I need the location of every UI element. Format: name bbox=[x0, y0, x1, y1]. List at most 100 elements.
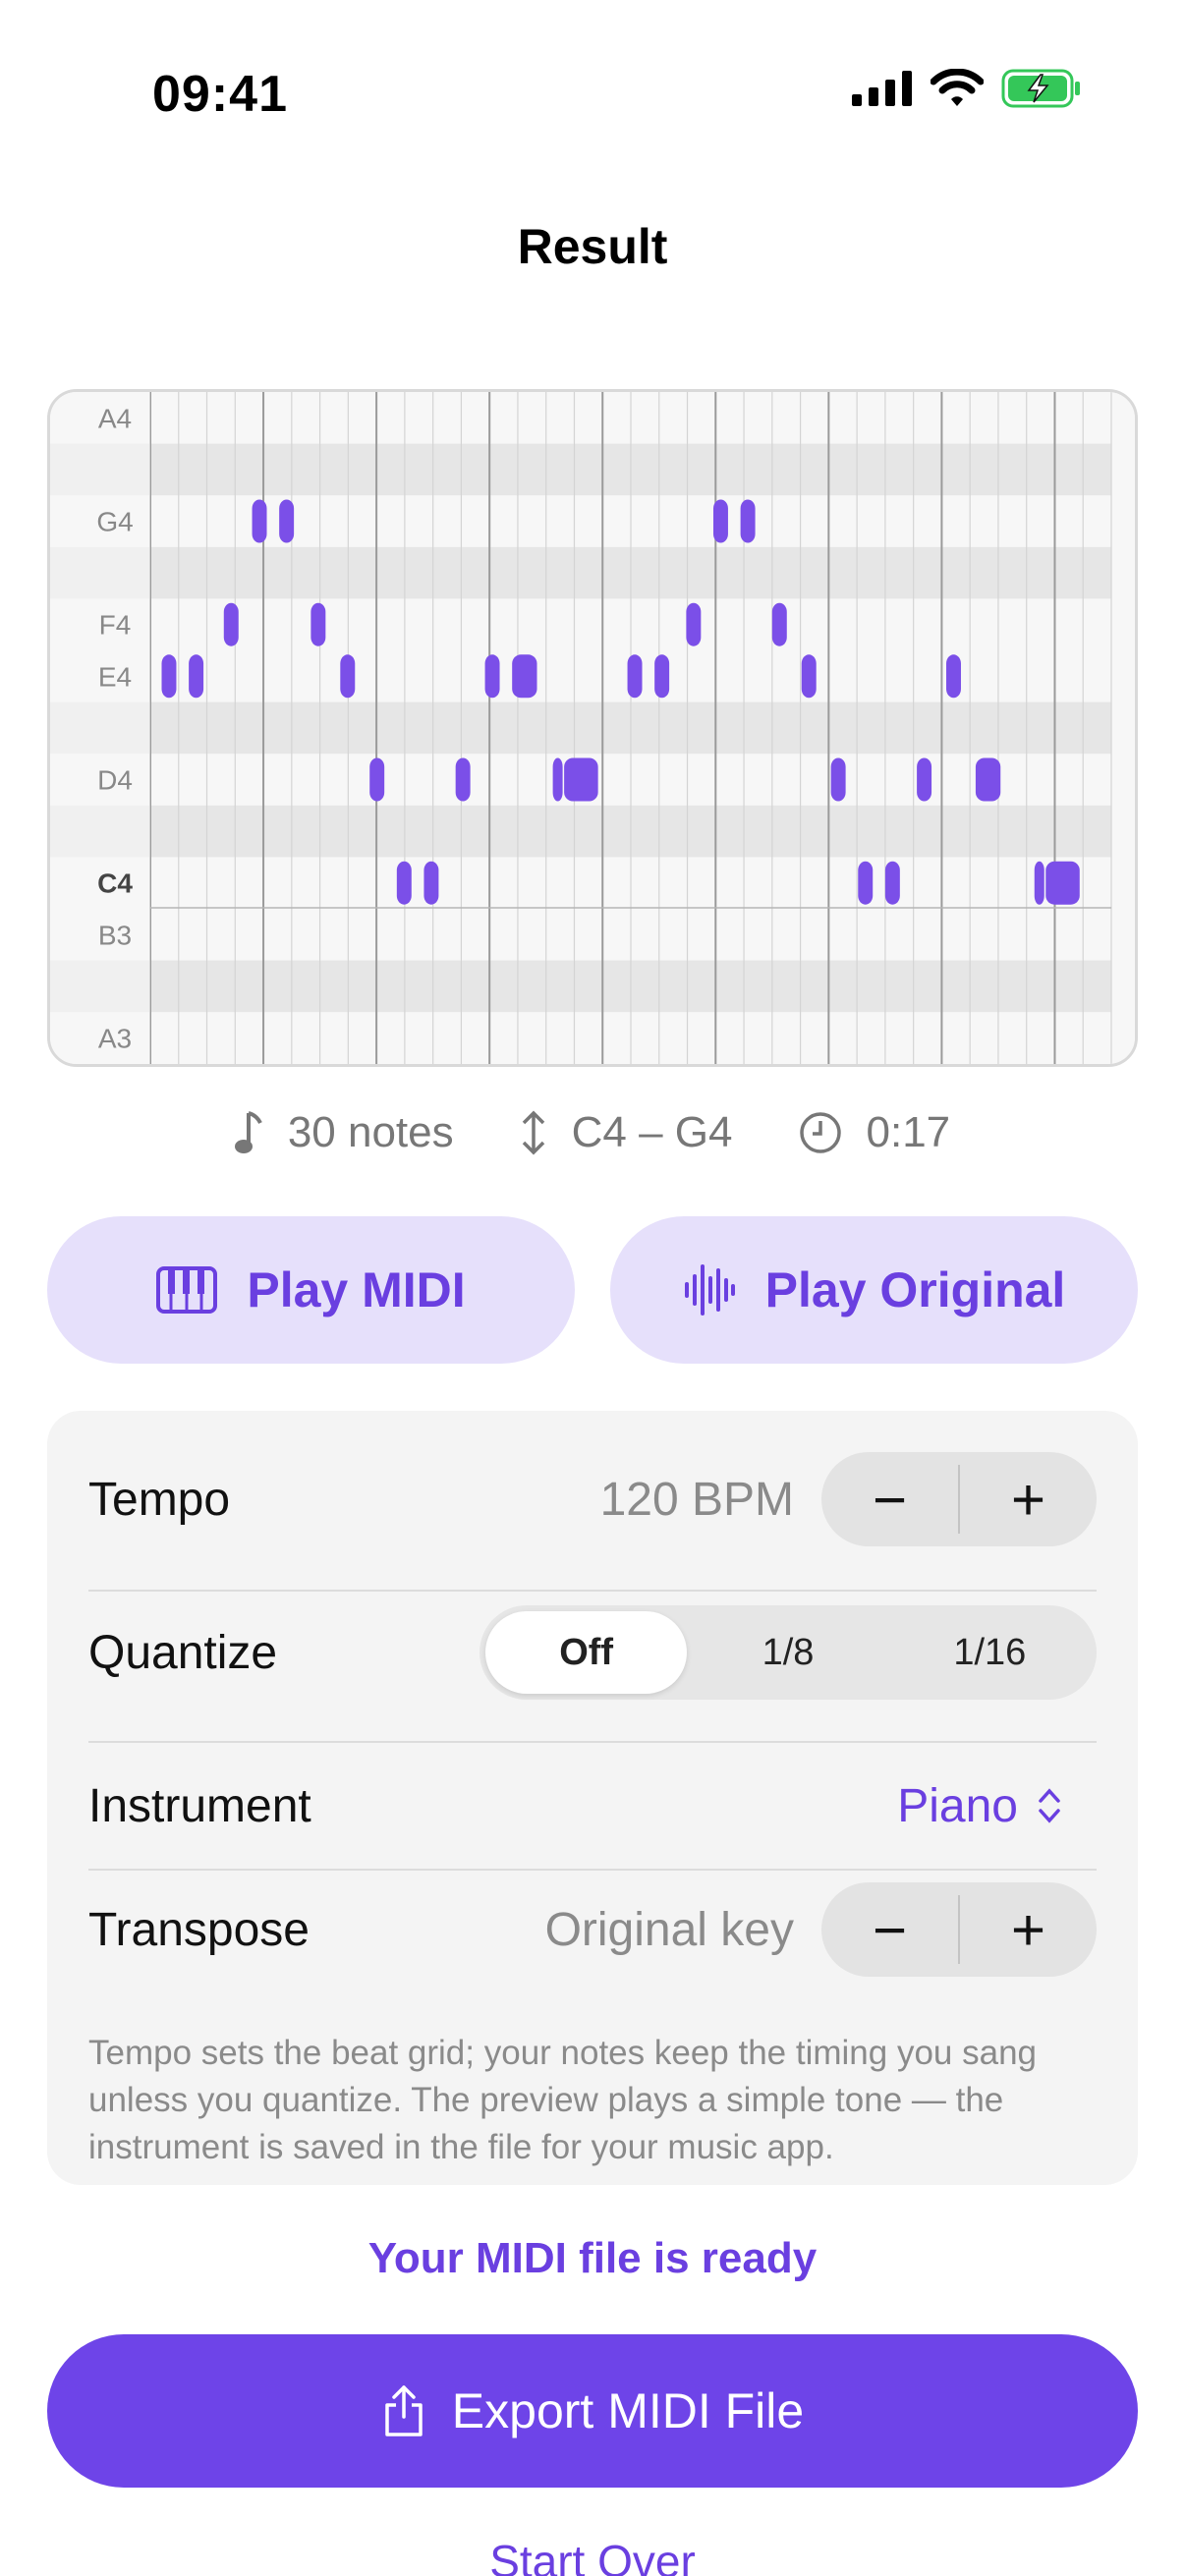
transpose-increase-button[interactable]: + bbox=[960, 1882, 1097, 1977]
midi-note bbox=[884, 861, 900, 905]
midi-note bbox=[484, 654, 500, 699]
divider bbox=[88, 1869, 1097, 1871]
pitch-range: C4 – G4 bbox=[571, 1108, 733, 1156]
black-key-row bbox=[50, 443, 1111, 496]
battery-charging-icon bbox=[1001, 69, 1080, 108]
row-label-a4: A4 bbox=[98, 403, 132, 433]
midi-note bbox=[975, 757, 1001, 802]
export-midi-button[interactable]: Export MIDI File bbox=[47, 2334, 1138, 2488]
midi-note bbox=[340, 654, 356, 699]
row-label-c4: C4 bbox=[97, 868, 133, 899]
settings-footnote: Tempo sets the beat grid; your notes kee… bbox=[88, 2034, 1038, 2166]
instrument-label: Instrument bbox=[88, 1779, 311, 1832]
tempo-label: Tempo bbox=[88, 1473, 231, 1526]
midi-note bbox=[512, 654, 537, 699]
wifi-icon bbox=[931, 69, 984, 106]
play-midi-button[interactable]: Play MIDI bbox=[47, 1216, 575, 1364]
cellular-signal-icon bbox=[852, 71, 912, 106]
transpose-label: Transpose bbox=[88, 1903, 310, 1956]
midi-note bbox=[310, 602, 326, 646]
row-label-b3: B3 bbox=[98, 920, 132, 950]
note-count-stat: 30 notes bbox=[234, 1108, 454, 1157]
midi-note bbox=[423, 861, 439, 905]
midi-note bbox=[712, 499, 728, 543]
midi-note bbox=[627, 654, 643, 699]
tempo-decrease-button[interactable]: − bbox=[821, 1452, 958, 1546]
chevron-up-down-icon bbox=[1039, 1788, 1060, 1823]
export-label: Export MIDI File bbox=[451, 2383, 805, 2438]
start-over-link[interactable]: Start Over bbox=[0, 2535, 1185, 2576]
midi-note bbox=[369, 757, 385, 802]
status-time: 09:41 bbox=[152, 66, 288, 123]
midi-note bbox=[455, 757, 471, 802]
midi-note bbox=[564, 757, 598, 802]
midi-note bbox=[830, 757, 846, 802]
piano-roll-canvas[interactable]: A4 G4 F4 E4 D4 C4 B3 A3 bbox=[50, 392, 1135, 1064]
instrument-row[interactable]: Instrument Piano bbox=[88, 1757, 1097, 1855]
stats-row: 30 notes C4 – G4 0:17 bbox=[0, 1108, 1185, 1157]
midi-note bbox=[917, 757, 932, 802]
quantize-label: Quantize bbox=[88, 1626, 278, 1679]
share-icon bbox=[385, 2385, 423, 2436]
row-label-e4: E4 bbox=[98, 661, 132, 692]
transpose-row: Transpose Original key − + bbox=[88, 1880, 1097, 1979]
play-midi-label: Play MIDI bbox=[247, 1262, 466, 1317]
row-label-g4: G4 bbox=[96, 507, 133, 537]
duration: 0:17 bbox=[866, 1108, 951, 1156]
divider bbox=[88, 1590, 1097, 1592]
midi-note bbox=[740, 499, 756, 543]
black-key-row bbox=[50, 960, 1111, 1013]
midi-note bbox=[161, 654, 177, 699]
midi-note bbox=[654, 654, 670, 699]
waveform-icon bbox=[684, 1264, 735, 1316]
quantize-option-sixteenth[interactable]: 1/16 bbox=[889, 1611, 1091, 1694]
label-gutter bbox=[50, 392, 150, 1064]
divider bbox=[88, 1741, 1097, 1743]
midi-note bbox=[1045, 861, 1080, 905]
music-note-icon bbox=[234, 1111, 262, 1153]
quantize-option-off[interactable]: Off bbox=[485, 1611, 688, 1694]
clock-icon bbox=[799, 1112, 841, 1153]
play-original-button[interactable]: Play Original bbox=[610, 1216, 1138, 1364]
midi-note bbox=[686, 602, 702, 646]
status-icons bbox=[852, 69, 1082, 108]
midi-note bbox=[771, 602, 787, 646]
ready-message: Your MIDI file is ready bbox=[367, 2234, 818, 2282]
black-key-row bbox=[50, 546, 1111, 599]
row-label-f4: F4 bbox=[99, 610, 132, 641]
transpose-stepper[interactable]: − + bbox=[821, 1882, 1097, 1977]
midi-note bbox=[858, 861, 874, 905]
black-key-row bbox=[50, 701, 1111, 755]
range-stat: C4 – G4 bbox=[519, 1108, 733, 1157]
up-down-arrow-icon bbox=[522, 1110, 544, 1155]
midi-note bbox=[252, 499, 267, 543]
settings-card: Tempo 120 BPM − + Quantize Off 1/8 1/16 … bbox=[47, 1411, 1138, 2185]
midi-note bbox=[396, 861, 412, 905]
midi-note bbox=[189, 654, 204, 699]
piano-roll[interactable]: A4 G4 F4 E4 D4 C4 B3 A3 bbox=[47, 389, 1138, 1067]
quantize-row: Quantize Off 1/8 1/16 bbox=[88, 1603, 1097, 1702]
midi-note bbox=[946, 654, 961, 699]
instrument-picker[interactable]: Piano bbox=[897, 1779, 1063, 1833]
row-label-a3: A3 bbox=[98, 1024, 132, 1054]
midi-note bbox=[279, 499, 295, 543]
quantize-option-eighth[interactable]: 1/8 bbox=[687, 1611, 888, 1694]
page-title: Result bbox=[517, 219, 668, 274]
midi-note bbox=[552, 757, 563, 802]
piano-keys-icon bbox=[156, 1266, 218, 1314]
row-label-d4: D4 bbox=[97, 765, 133, 796]
status-bar: 09:41 bbox=[0, 0, 1185, 196]
quantize-segmented-control[interactable]: Off 1/8 1/16 bbox=[480, 1605, 1097, 1700]
instrument-value: Piano bbox=[897, 1779, 1018, 1832]
midi-note bbox=[1034, 861, 1044, 905]
tempo-row: Tempo 120 BPM − + bbox=[88, 1450, 1097, 1548]
transpose-decrease-button[interactable]: − bbox=[821, 1882, 958, 1977]
tempo-increase-button[interactable]: + bbox=[960, 1452, 1097, 1546]
duration-stat: 0:17 bbox=[798, 1108, 951, 1157]
transpose-value: Original key bbox=[544, 1903, 794, 1956]
midi-note bbox=[801, 654, 817, 699]
play-original-label: Play Original bbox=[764, 1262, 1066, 1317]
note-count: 30 notes bbox=[287, 1108, 454, 1156]
tempo-stepper[interactable]: − + bbox=[821, 1452, 1097, 1546]
midi-note bbox=[223, 602, 239, 646]
